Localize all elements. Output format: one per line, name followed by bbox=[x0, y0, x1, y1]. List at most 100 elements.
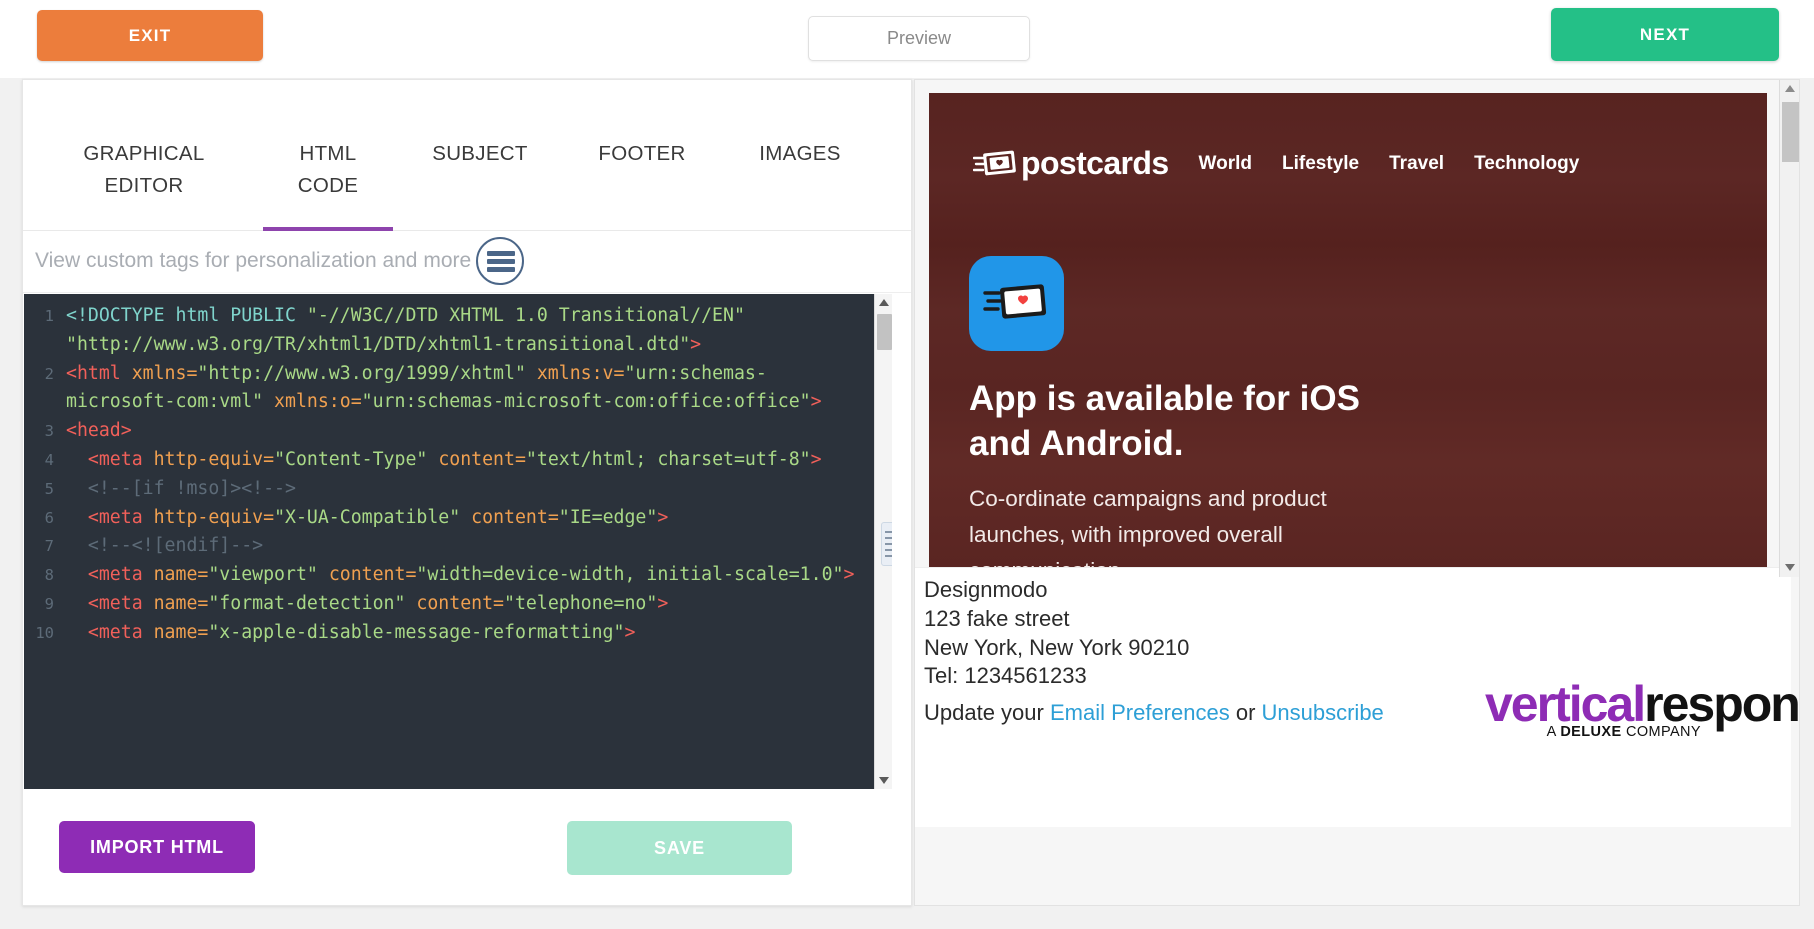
tab-label-line1: SUBJECT bbox=[432, 142, 528, 165]
code-token: "format-detection" bbox=[208, 592, 417, 614]
scroll-down-arrow-icon[interactable] bbox=[1780, 559, 1799, 577]
code-token: xmlns:v= bbox=[536, 362, 625, 384]
postcards-wordmark: postcards bbox=[1021, 145, 1169, 181]
vr-tagline-a: A bbox=[1546, 724, 1561, 740]
code-token: content= bbox=[438, 448, 526, 470]
tab-images[interactable]: IMAGES bbox=[735, 138, 865, 170]
exit-button[interactable]: EXIT bbox=[37, 10, 263, 61]
email-preview-panel: postcards World Lifestyle Travel Technol… bbox=[914, 79, 1800, 906]
next-button[interactable]: NEXT bbox=[1551, 8, 1779, 61]
code-token: name= bbox=[153, 592, 209, 614]
scroll-down-arrow-icon[interactable] bbox=[875, 772, 892, 789]
code-token: <!--<![endif]--> bbox=[87, 535, 264, 557]
preview-scrollbar-thumb[interactable] bbox=[1782, 102, 1799, 162]
postcard-app-icon bbox=[969, 256, 1064, 351]
code-token: "x-apple-disable-message-reformatting" bbox=[208, 621, 625, 643]
code-token: "Content-Type" bbox=[274, 448, 439, 470]
tab-label-line1: GRAPHICAL bbox=[83, 142, 205, 165]
grip-line bbox=[885, 555, 892, 557]
line-number: 4 bbox=[44, 450, 54, 469]
line-number: 6 bbox=[44, 508, 54, 527]
nav-link-world[interactable]: World bbox=[1199, 153, 1252, 175]
code-token: <head> bbox=[66, 420, 132, 442]
address-line: New York, New York 90210 bbox=[924, 634, 1190, 660]
code-token: name= bbox=[153, 564, 209, 586]
nav-link-travel[interactable]: Travel bbox=[1389, 153, 1444, 175]
unsubscribe-link[interactable]: Unsubscribe bbox=[1262, 700, 1384, 725]
code-token: "http://www.w3.org/1999/xhtml" bbox=[197, 362, 537, 384]
tab-html-code[interactable]: HTML CODE bbox=[263, 138, 393, 202]
code-line: 6 <meta http-equiv="X-UA-Compatible" con… bbox=[24, 504, 874, 533]
preview-scrollbar[interactable] bbox=[1779, 80, 1799, 577]
grip-line bbox=[885, 543, 892, 545]
code-token: <!--[if !mso]><!--> bbox=[87, 477, 296, 499]
tab-label-line1: IMAGES bbox=[759, 142, 841, 165]
tab-label-line1: FOOTER bbox=[598, 142, 686, 165]
panel-resize-handle[interactable] bbox=[881, 522, 892, 566]
postcard-heart-icon bbox=[972, 149, 1017, 179]
top-toolbar: EXIT Preview NEXT bbox=[0, 0, 1814, 78]
line-number: 2 bbox=[44, 364, 54, 383]
code-token: "telephone=no" bbox=[504, 592, 658, 614]
line-number: 3 bbox=[44, 422, 54, 441]
code-token: > bbox=[810, 391, 822, 413]
line-number: 8 bbox=[44, 566, 54, 585]
nav-link-technology[interactable]: Technology bbox=[1474, 153, 1579, 175]
hamburger-menu-icon[interactable] bbox=[476, 237, 524, 285]
scroll-up-arrow-icon[interactable] bbox=[1780, 80, 1799, 98]
html-code-editor-panel: GRAPHICAL EDITOR HTML CODE SUBJECT FOOTE… bbox=[22, 79, 912, 906]
address-line: 123 fake street bbox=[924, 605, 1070, 631]
tab-label-line2: CODE bbox=[297, 174, 359, 197]
code-line: 4 <meta http-equiv="Content-Type" conten… bbox=[24, 446, 874, 475]
editor-tabs: GRAPHICAL EDITOR HTML CODE SUBJECT FOOTE… bbox=[23, 80, 911, 231]
or-text: or bbox=[1229, 700, 1262, 725]
tab-label-line1: HTML bbox=[299, 142, 357, 165]
code-token: http-equiv= bbox=[153, 448, 275, 470]
tab-subject[interactable]: SUBJECT bbox=[415, 138, 545, 170]
preview-button[interactable]: Preview bbox=[808, 16, 1030, 61]
line-number: 10 bbox=[35, 623, 54, 642]
email-preferences-link[interactable]: Email Preferences bbox=[1050, 700, 1230, 725]
hamburger-bar bbox=[487, 259, 515, 264]
code-token: "text/html; charset=utf-8" bbox=[525, 448, 811, 470]
code-line: 10 <meta name="x-apple-disable-message-r… bbox=[24, 619, 874, 648]
code-token: > bbox=[657, 506, 669, 528]
code-token: <meta bbox=[87, 448, 154, 470]
code-token: name= bbox=[153, 621, 209, 643]
code-line: 8 <meta name="viewport" content="width=d… bbox=[24, 561, 874, 590]
code-token: xmlns:o= bbox=[274, 391, 362, 413]
code-token: content= bbox=[328, 564, 417, 586]
code-scrollbar-thumb[interactable] bbox=[877, 314, 892, 350]
address-line: Designmodo bbox=[924, 577, 1048, 602]
code-content: 1 <!DOCTYPE html PUBLIC "-//W3C//DTD XHTM… bbox=[24, 302, 874, 648]
save-button[interactable]: SAVE bbox=[567, 821, 792, 875]
tab-footer[interactable]: FOOTER bbox=[577, 138, 707, 170]
scroll-up-arrow-icon[interactable] bbox=[875, 294, 892, 311]
code-token: http-equiv= bbox=[153, 506, 275, 528]
nav-link-lifestyle[interactable]: Lifestyle bbox=[1282, 153, 1359, 175]
code-editor-area[interactable]: 1 <!DOCTYPE html PUBLIC "-//W3C//DTD XHTM… bbox=[24, 294, 892, 789]
code-token: content= bbox=[416, 592, 505, 614]
hamburger-bar bbox=[487, 267, 515, 272]
code-token: "urn:schemas-microsoft-com:office:office… bbox=[361, 391, 811, 413]
code-token: > bbox=[624, 621, 636, 643]
custom-tags-bar: View custom tags for personalization and… bbox=[23, 231, 911, 293]
hamburger-bar bbox=[487, 251, 515, 256]
code-token: > bbox=[690, 333, 702, 355]
tab-graphical-editor[interactable]: GRAPHICAL EDITOR bbox=[53, 138, 235, 202]
code-token: <meta bbox=[87, 564, 154, 586]
code-line: 3 <head> bbox=[24, 417, 874, 446]
code-line: 7 <!--<![endif]--> bbox=[24, 532, 874, 561]
vr-wordmark: verticalresponse bbox=[1485, 678, 1799, 730]
code-token: > bbox=[810, 448, 822, 470]
code-token: <meta bbox=[87, 592, 154, 614]
grip-line bbox=[885, 537, 892, 539]
code-token: "width=device-width, initial-scale=1.0" bbox=[416, 564, 844, 586]
import-html-button[interactable]: IMPORT HTML bbox=[59, 821, 255, 873]
footer-links-row: Update your Email Preferences or Unsubsc… bbox=[924, 700, 1384, 726]
code-token: "viewport" bbox=[208, 564, 329, 586]
editor-action-bar: IMPORT HTML SAVE bbox=[23, 789, 911, 905]
